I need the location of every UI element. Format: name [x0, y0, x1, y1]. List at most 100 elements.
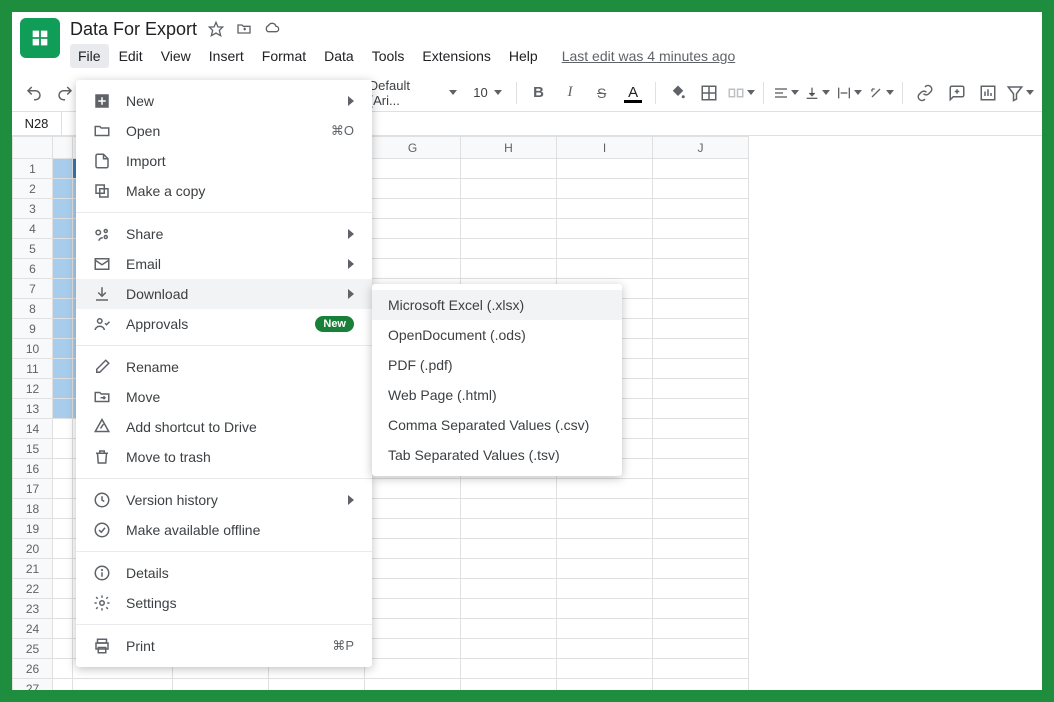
insert-chart-button[interactable]: [974, 79, 1002, 107]
row-header[interactable]: 7: [13, 279, 53, 299]
menu-tools[interactable]: Tools: [364, 44, 413, 68]
cell[interactable]: [653, 239, 749, 259]
cell[interactable]: [461, 639, 557, 659]
column-header[interactable]: H: [461, 137, 557, 159]
row-header[interactable]: 18: [13, 499, 53, 519]
row-header[interactable]: 27: [13, 679, 53, 699]
download-option[interactable]: Microsoft Excel (.xlsx): [372, 290, 622, 320]
row-header[interactable]: 15: [13, 439, 53, 459]
cell[interactable]: [461, 619, 557, 639]
row-header[interactable]: 17: [13, 479, 53, 499]
text-wrap-button[interactable]: [835, 79, 863, 107]
strikethrough-button[interactable]: S: [588, 79, 616, 107]
cell[interactable]: [653, 619, 749, 639]
text-color-button[interactable]: A: [619, 79, 647, 107]
cell[interactable]: [173, 679, 269, 699]
cell[interactable]: [365, 659, 461, 679]
file-menu-item-email[interactable]: Email: [76, 249, 372, 279]
file-menu-item-details[interactable]: Details: [76, 558, 372, 588]
cell[interactable]: [557, 679, 653, 699]
cell[interactable]: [365, 499, 461, 519]
cell[interactable]: [461, 679, 557, 699]
menu-edit[interactable]: Edit: [111, 44, 151, 68]
cell[interactable]: [365, 639, 461, 659]
file-menu-item-open[interactable]: Open⌘O: [76, 116, 372, 146]
row-header[interactable]: 3: [13, 199, 53, 219]
row-header[interactable]: 26: [13, 659, 53, 679]
download-option[interactable]: OpenDocument (.ods): [372, 320, 622, 350]
row-header[interactable]: 21: [13, 559, 53, 579]
cell[interactable]: [365, 479, 461, 499]
insert-comment-button[interactable]: [943, 79, 971, 107]
cell[interactable]: [653, 439, 749, 459]
cell[interactable]: [653, 279, 749, 299]
cell[interactable]: [653, 219, 749, 239]
row-header[interactable]: 22: [13, 579, 53, 599]
sheets-logo[interactable]: [20, 18, 60, 58]
row-header[interactable]: 11: [13, 359, 53, 379]
cell[interactable]: [461, 199, 557, 219]
cell[interactable]: [365, 579, 461, 599]
file-menu-item-settings[interactable]: Settings: [76, 588, 372, 618]
cell[interactable]: [653, 479, 749, 499]
row-header[interactable]: 13: [13, 399, 53, 419]
cell[interactable]: [461, 159, 557, 179]
file-menu-item-move[interactable]: Move: [76, 382, 372, 412]
row-header[interactable]: 1: [13, 159, 53, 179]
cell[interactable]: [461, 259, 557, 279]
row-header[interactable]: 16: [13, 459, 53, 479]
cell[interactable]: [557, 179, 653, 199]
file-menu-item-add shortcut to drive[interactable]: Add shortcut to Drive: [76, 412, 372, 442]
cell[interactable]: [557, 619, 653, 639]
cell[interactable]: [653, 459, 749, 479]
cell[interactable]: [557, 219, 653, 239]
cell[interactable]: [461, 599, 557, 619]
undo-button[interactable]: [20, 79, 48, 107]
name-box[interactable]: N28: [12, 112, 62, 135]
file-menu-item-import[interactable]: Import: [76, 146, 372, 176]
fill-color-button[interactable]: [664, 79, 692, 107]
cell[interactable]: [365, 259, 461, 279]
cell[interactable]: [365, 219, 461, 239]
last-edit-link[interactable]: Last edit was 4 minutes ago: [562, 48, 736, 64]
cell[interactable]: [653, 339, 749, 359]
cloud-status-icon[interactable]: [263, 20, 281, 38]
menu-insert[interactable]: Insert: [201, 44, 252, 68]
cell[interactable]: [653, 639, 749, 659]
cell[interactable]: [365, 239, 461, 259]
cell[interactable]: [365, 559, 461, 579]
cell[interactable]: [653, 179, 749, 199]
star-icon[interactable]: [207, 20, 225, 38]
cell[interactable]: [461, 539, 557, 559]
cell[interactable]: [365, 179, 461, 199]
bold-button[interactable]: B: [525, 79, 553, 107]
cell[interactable]: [557, 639, 653, 659]
column-header[interactable]: J: [653, 137, 749, 159]
insert-link-button[interactable]: [911, 79, 939, 107]
filter-button[interactable]: [1006, 79, 1034, 107]
menu-extensions[interactable]: Extensions: [414, 44, 498, 68]
file-menu-item-new[interactable]: New: [76, 86, 372, 116]
cell[interactable]: [557, 539, 653, 559]
cell[interactable]: [365, 159, 461, 179]
cell[interactable]: [557, 559, 653, 579]
menu-view[interactable]: View: [153, 44, 199, 68]
cell[interactable]: [365, 599, 461, 619]
row-header[interactable]: 5: [13, 239, 53, 259]
cell[interactable]: [653, 379, 749, 399]
download-option[interactable]: Web Page (.html): [372, 380, 622, 410]
cell[interactable]: [365, 539, 461, 559]
cell[interactable]: [461, 179, 557, 199]
document-title[interactable]: Data For Export: [70, 19, 197, 40]
cell[interactable]: [461, 239, 557, 259]
file-menu-item-approvals[interactable]: ApprovalsNew: [76, 309, 372, 339]
cell[interactable]: [653, 579, 749, 599]
column-header[interactable]: I: [557, 137, 653, 159]
redo-button[interactable]: [52, 79, 80, 107]
column-header[interactable]: G: [365, 137, 461, 159]
file-menu-item-version history[interactable]: Version history: [76, 485, 372, 515]
cell[interactable]: [653, 499, 749, 519]
cell[interactable]: [365, 679, 461, 699]
vertical-align-button[interactable]: [804, 79, 832, 107]
cell[interactable]: [653, 199, 749, 219]
